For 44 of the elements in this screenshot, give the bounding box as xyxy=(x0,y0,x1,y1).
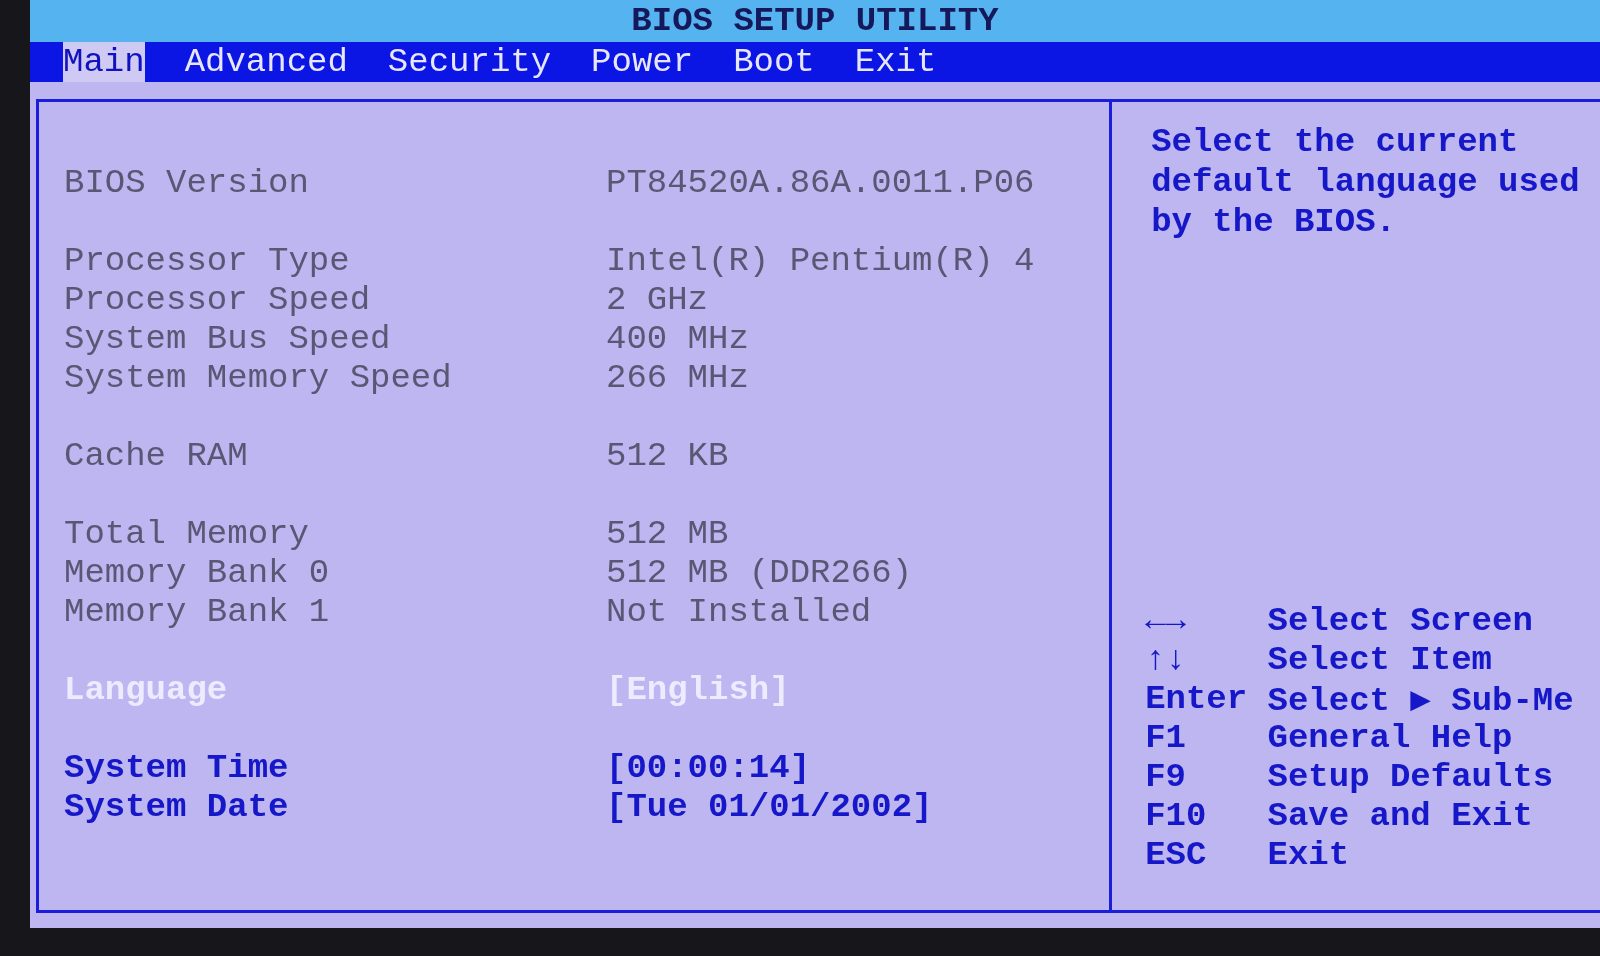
item-label: Total Memory xyxy=(64,514,310,553)
key-action: General Help xyxy=(1267,718,1513,757)
key-name: ↑↓ xyxy=(1145,640,1187,679)
item-label: BIOS Version xyxy=(64,163,310,202)
help-text: Select the current default language used by the BIOS. xyxy=(1151,122,1581,242)
key-name: ←→ xyxy=(1145,601,1187,640)
item-label: System Bus Speed xyxy=(64,319,392,358)
menu-tab[interactable]: Security xyxy=(387,42,552,82)
item-value: Intel(R) Pentium(R) 4 xyxy=(606,241,1035,280)
menu-tab[interactable]: Power xyxy=(591,42,694,82)
item-value: PT84520A.86A.0011.P06 xyxy=(606,163,1035,202)
window-title: BIOS SETUP UTILITY xyxy=(631,4,999,38)
menu-tab[interactable]: Advanced xyxy=(184,42,348,82)
key-action: Save and Exit xyxy=(1267,796,1533,835)
item-label: Memory Bank 0 xyxy=(64,553,331,592)
key-action: Setup Defaults xyxy=(1267,757,1554,796)
item-value[interactable]: [Tue 01/01/2002] xyxy=(606,787,933,826)
item-label: System Memory Speed xyxy=(64,358,453,397)
item-value: 512 MB xyxy=(606,514,729,553)
item-value: 512 KB xyxy=(606,436,729,475)
item-label: Cache RAM xyxy=(64,436,249,475)
key-name: F1 xyxy=(1145,718,1187,757)
key-action: Select ▶ Sub-Me xyxy=(1267,680,1574,720)
item-label: Processor Type xyxy=(64,241,351,280)
key-name: F9 xyxy=(1145,757,1187,796)
item-label[interactable]: System Date xyxy=(64,787,606,826)
key-action: Select Item xyxy=(1267,640,1492,679)
item-value: 512 MB (DDR266) xyxy=(606,553,913,592)
item-value[interactable]: [00:00:14] xyxy=(606,748,811,787)
item-value: 400 MHz xyxy=(606,319,749,358)
item-label[interactable]: System Time xyxy=(64,748,606,787)
menu-tab[interactable]: Exit xyxy=(854,42,937,82)
item-value: Not Installed xyxy=(606,592,872,631)
item-label: Processor Speed xyxy=(64,280,372,319)
key-name: F10 xyxy=(1145,796,1208,835)
item-label: Memory Bank 1 xyxy=(64,592,331,631)
item-value: 266 MHz xyxy=(606,358,749,397)
menu-tab[interactable]: Main xyxy=(63,42,145,82)
key-name: Enter xyxy=(1145,679,1249,718)
key-name: ESC xyxy=(1145,835,1208,874)
menu-tab[interactable]: Boot xyxy=(733,42,815,82)
key-action: Exit xyxy=(1267,835,1350,874)
key-action: Select Screen xyxy=(1267,601,1533,640)
item-value: 2 GHz xyxy=(606,280,709,319)
